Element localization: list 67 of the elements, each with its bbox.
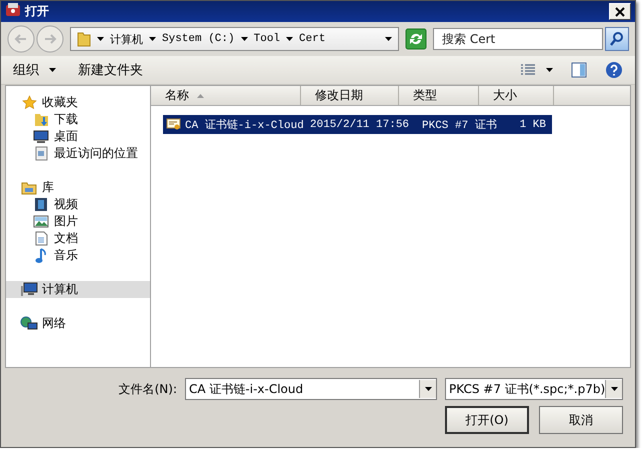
window-title: 打开: [25, 3, 50, 20]
sidebar-item[interactable]: 视频: [6, 196, 150, 213]
document-icon: [34, 231, 48, 246]
film-icon: [34, 197, 48, 212]
refresh-icon: [405, 28, 427, 50]
sidebar-item[interactable]: 最近访问的位置: [6, 145, 150, 162]
search-button[interactable]: [605, 27, 629, 51]
sidebar-item[interactable]: 收藏夹: [6, 94, 150, 111]
breadcrumb[interactable]: Cert: [299, 33, 326, 45]
sidebar-item[interactable]: 下载: [6, 111, 150, 128]
star-icon: [22, 95, 36, 110]
breadcrumb[interactable]: 计算机: [110, 32, 143, 46]
sort-arrow-icon: [197, 94, 204, 98]
app-icon: [5, 2, 21, 18]
sidebar-item[interactable]: 图片: [6, 213, 150, 230]
toolbar-button[interactable]: 新建文件夹: [74, 59, 147, 81]
address-bar[interactable]: 计算机 System (C:) Tool Cert: [70, 27, 399, 51]
folder-arrow-icon: [34, 112, 48, 127]
column-header[interactable]: 类型: [399, 86, 479, 105]
open-button[interactable]: 打开(O): [445, 406, 529, 434]
list-view-icon: [520, 64, 536, 76]
table-cell-text: 1 KB: [518, 118, 547, 130]
column-header[interactable]: 修改日期: [301, 86, 399, 105]
sidebar-item[interactable]: 音乐: [6, 247, 150, 264]
help-icon: [605, 61, 623, 79]
pane-icon: [571, 62, 587, 78]
sidebar-item[interactable]: 库: [6, 179, 150, 196]
monitor-icon: [33, 130, 49, 144]
music-note-icon: [35, 248, 47, 264]
caret-icon: [49, 68, 56, 72]
caret-icon: [240, 37, 248, 41]
close-button[interactable]: [609, 3, 631, 20]
certificate-icon: [166, 118, 181, 131]
refresh-button[interactable]: [405, 28, 427, 50]
sidebar-item[interactable]: 桌面: [6, 128, 150, 145]
caret-icon: [97, 37, 104, 41]
sidebar-item[interactable]: 计算机: [6, 281, 150, 298]
caret-icon: [610, 387, 618, 391]
image-icon: [33, 215, 49, 228]
network-icon: [20, 316, 38, 332]
table-cell-text: PKCS #7 证书: [421, 118, 498, 132]
table-cell-text: 2015/2/11 17:56: [309, 118, 410, 130]
file-type-dropdown[interactable]: PKCS #7 证书(*.spc;*.p7b): [445, 378, 623, 400]
sidebar-item[interactable]: 网络: [6, 315, 150, 332]
column-header[interactable]: 名称: [151, 86, 301, 105]
caret-icon: [286, 37, 294, 41]
caret-icon: [546, 68, 553, 72]
organize-menu[interactable]: 组织: [9, 59, 60, 81]
cancel-button[interactable]: 取消: [539, 406, 623, 434]
search-field[interactable]: 搜索 Cert: [433, 28, 603, 50]
caret-icon: [385, 37, 392, 41]
filename-field[interactable]: CA 证书链-i-x-Cloud: [185, 378, 437, 400]
field-label: 文件名(N):: [118, 380, 177, 398]
sidebar-item[interactable]: 文档: [6, 230, 150, 247]
file-name: CA 证书链-i-x-Cloud: [185, 118, 304, 132]
folder-icon: [21, 180, 37, 194]
caret-icon: [424, 387, 432, 391]
breadcrumb[interactable]: System (C:): [162, 33, 235, 45]
search-icon: [609, 31, 625, 47]
column-header[interactable]: 大小: [479, 86, 554, 105]
caret-icon: [149, 37, 156, 41]
breadcrumb[interactable]: Tool: [254, 33, 280, 45]
close-icon: [615, 6, 625, 16]
document-icon: [34, 146, 48, 161]
file-row[interactable]: CA 证书链-i-x-Cloud 2015/2/11 17:56 PKCS #7 证书 1 KB: [163, 115, 552, 134]
folder-icon: [77, 31, 91, 47]
computer-icon: [20, 282, 38, 297]
